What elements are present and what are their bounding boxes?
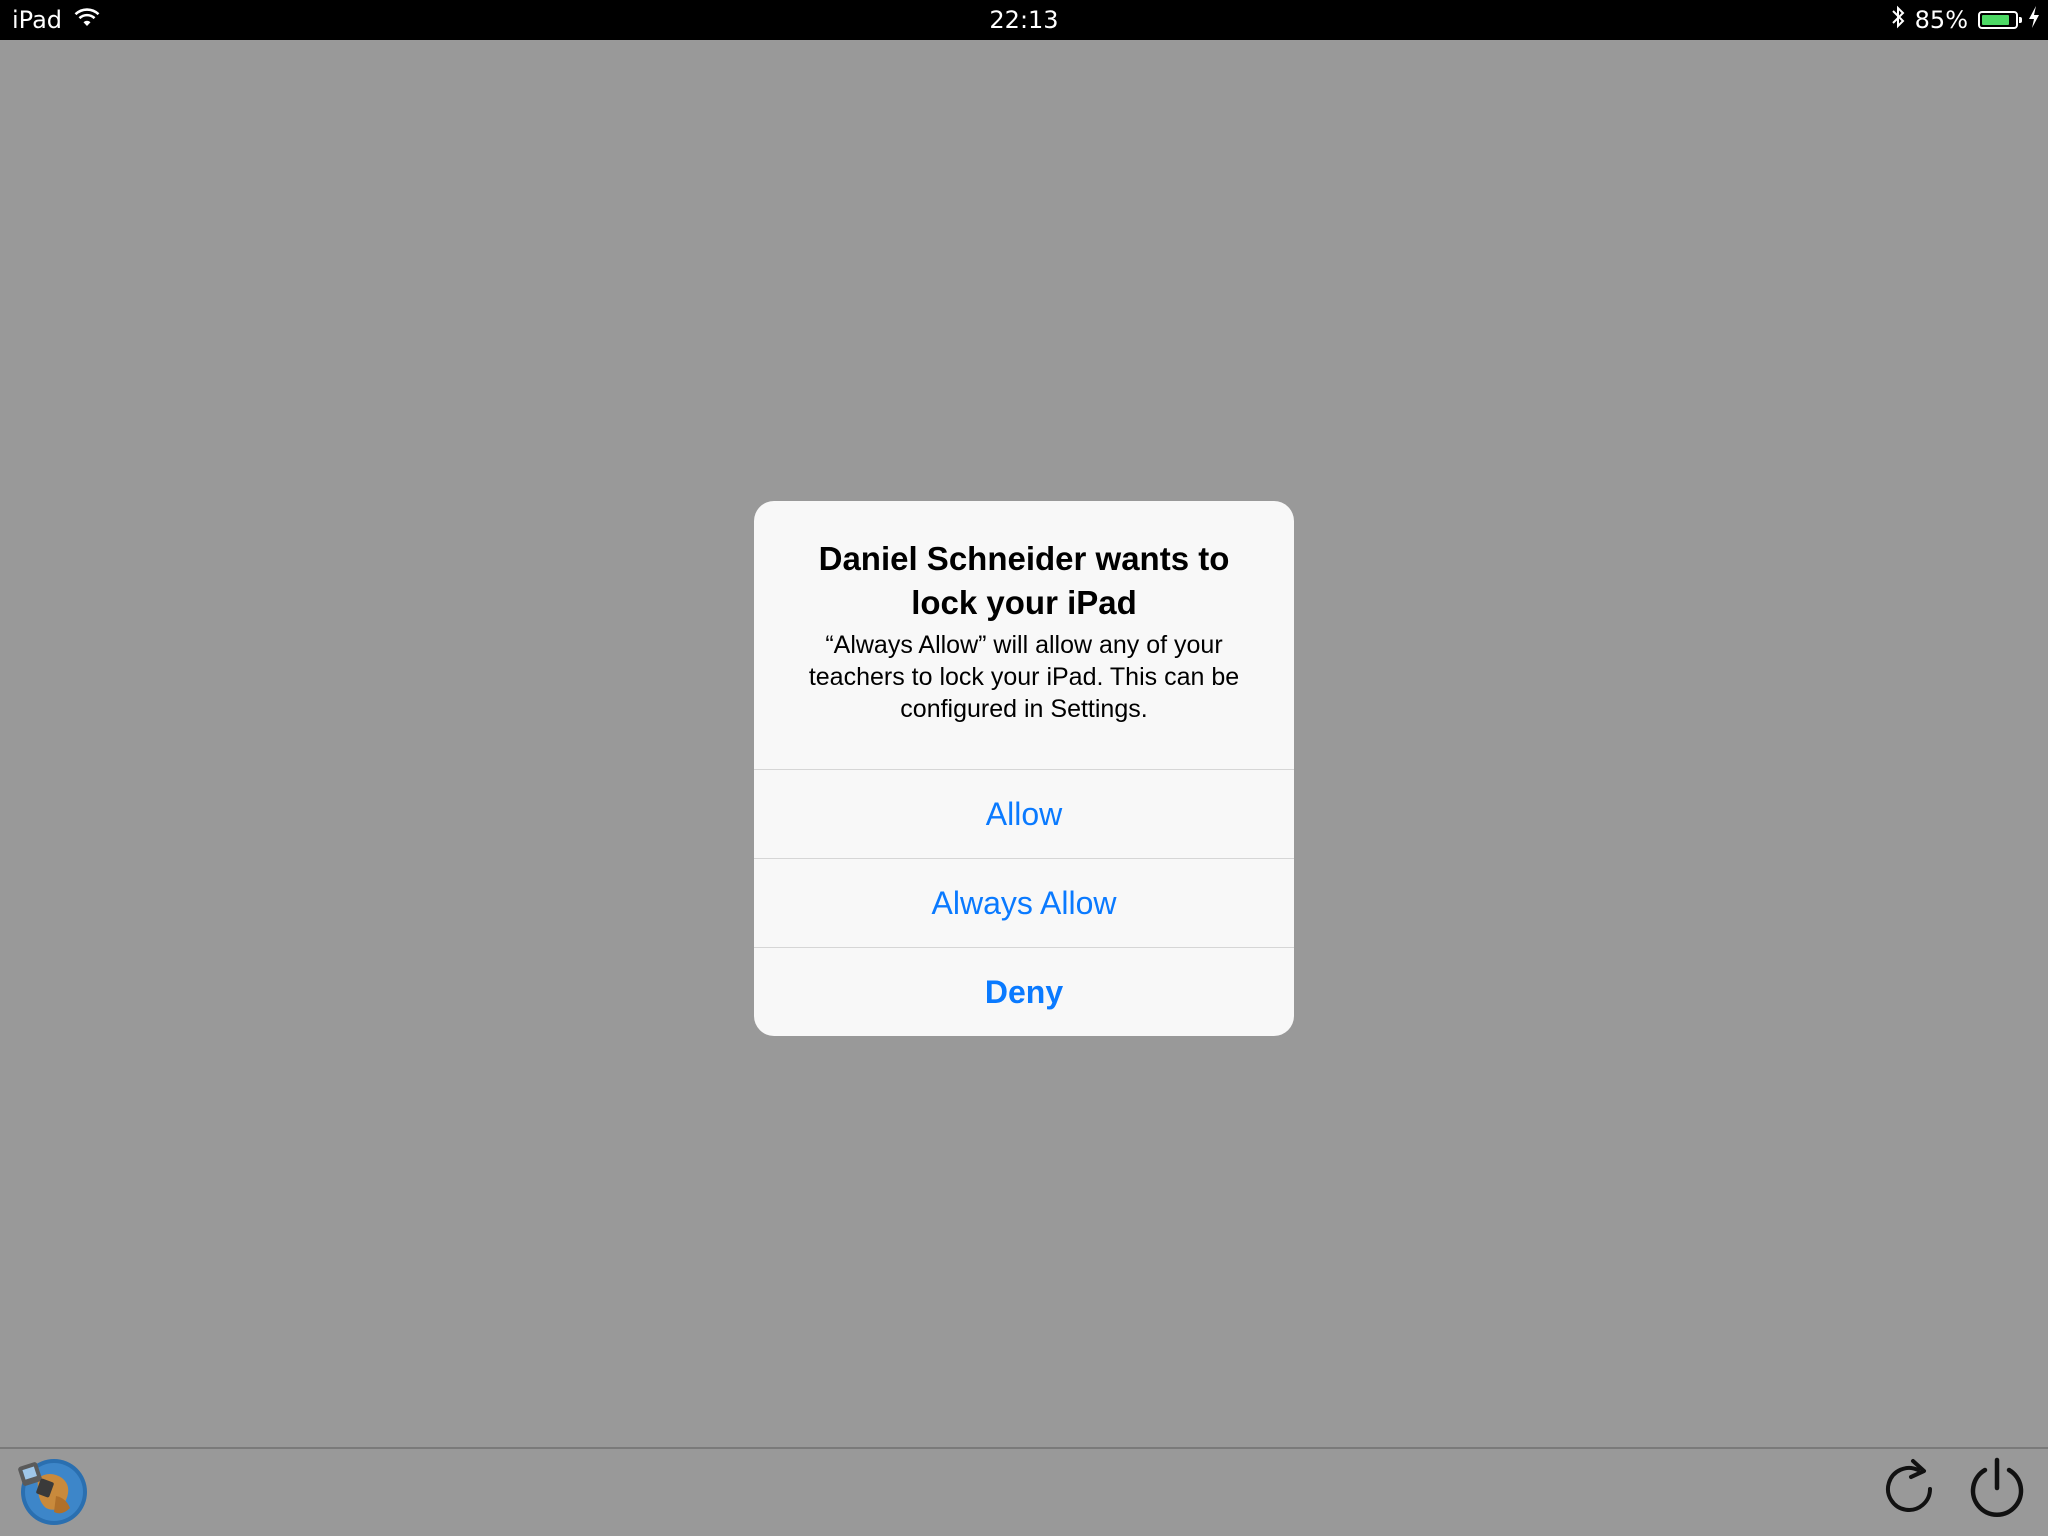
battery-cap xyxy=(2019,17,2022,23)
refresh-icon[interactable] xyxy=(1880,1458,1942,1520)
bluetooth-icon xyxy=(1891,5,1905,35)
battery-level xyxy=(1982,15,2009,25)
deny-button[interactable]: Deny xyxy=(754,947,1294,1036)
alert-title: Daniel Schneider wants to lock your iPad xyxy=(818,540,1230,621)
always-allow-button[interactable]: Always Allow xyxy=(754,858,1294,947)
battery-icon xyxy=(1978,11,2022,29)
status-time: 22:13 xyxy=(989,6,1059,34)
status-bar: iPad 22:13 85% xyxy=(0,0,2048,40)
alert-message: “Always Allow” will allow any of your te… xyxy=(808,631,1240,723)
allow-button[interactable]: Allow xyxy=(754,769,1294,858)
alert-body: Daniel Schneider wants to lock your iPad… xyxy=(754,501,1294,769)
alert-dialog: Daniel Schneider wants to lock your iPad… xyxy=(754,501,1294,1036)
screen: iPad 22:13 85% Daniel Schneider wants to… xyxy=(0,0,2048,1536)
status-right: 85% xyxy=(1891,0,2040,40)
app-logo-icon[interactable] xyxy=(16,1456,88,1528)
battery-percent: 85% xyxy=(1914,6,1968,34)
toolbar-divider xyxy=(0,1447,2048,1449)
charging-bolt-icon xyxy=(2028,6,2040,34)
power-icon[interactable] xyxy=(1966,1456,2028,1520)
